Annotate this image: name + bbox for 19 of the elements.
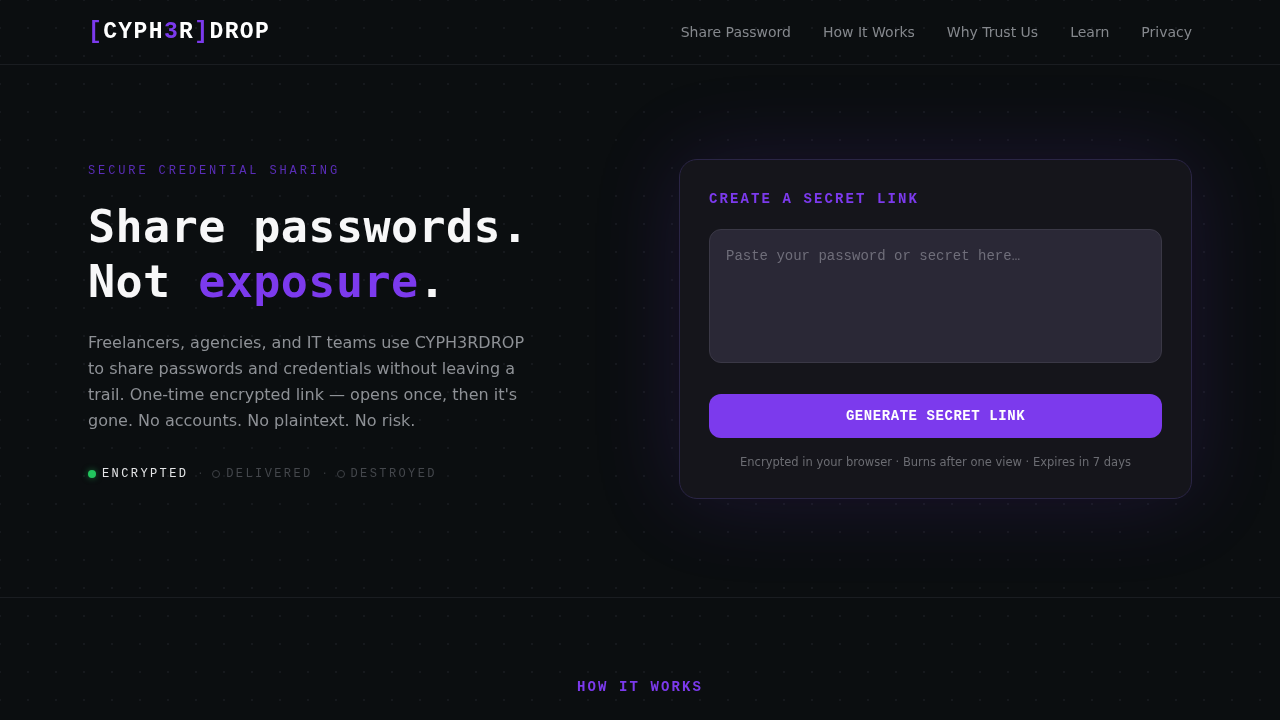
nav-link[interactable]: Learn (1070, 22, 1110, 42)
card-title: CREATE A SECRET LINK (709, 190, 921, 208)
status-step-label: DESTROYED (350, 466, 437, 482)
step-separator: · (198, 466, 203, 482)
nav-link[interactable]: Share Password (680, 22, 791, 42)
nav-link[interactable]: How It Works (823, 22, 915, 42)
logo[interactable]: [CYPH3R]DROP (88, 20, 271, 44)
hero-description: Freelancers, agencies, and IT teams use CYPH3RDROP to share passwords and credentials without leaving a trail. One-time encrypted link — opens once, then it's gone. No accounts. No plaintext. No risk. (88, 332, 526, 432)
nav-link[interactable]: Why Trust Us (946, 22, 1039, 42)
generate-link-button[interactable]: GENERATE SECRET LINK (709, 394, 1162, 438)
secret-input-field[interactable]: Paste your password or secret here… (709, 229, 1162, 363)
status-step-label: DELIVERED (226, 466, 313, 482)
section-eyebrow: HOW IT WORKS (577, 678, 703, 696)
card-footnote: Encrypted in your browser · Burns after one view · Expires in 7 days (739, 454, 1132, 470)
status-step-label: ENCRYPTED (102, 466, 189, 482)
step-separator: · (322, 466, 327, 482)
hero-headline: Share passwords. Not exposure. (88, 199, 530, 309)
nav-link[interactable]: Privacy (1141, 22, 1192, 42)
eyebrow-text: SECURE CREDENTIAL SHARING (88, 163, 342, 179)
